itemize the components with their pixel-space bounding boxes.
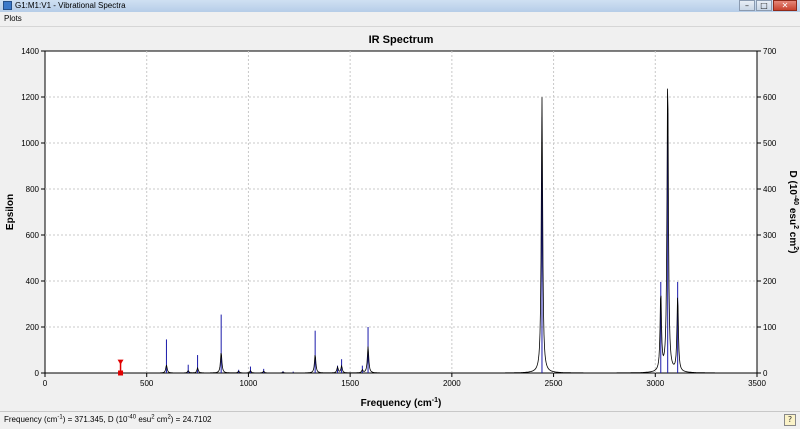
window-title: G1:M1:V1 - Vibrational Spectra [15, 1, 126, 10]
y-axis-ticks: 0 200 400 600 800 1000 1200 1400 [21, 47, 45, 378]
close-button[interactable]: ✕ [773, 0, 797, 11]
y2-axis-label: D (10-40 esu2 cm2) [787, 171, 799, 254]
x-axis-ticks: 0 500 1000 1500 2000 2500 3000 3500 [43, 373, 766, 388]
app-icon [3, 1, 12, 10]
x-tick-label: 2000 [443, 379, 461, 388]
cursor-base-icon[interactable] [118, 370, 124, 376]
x-tick-label: 1000 [240, 379, 258, 388]
status-d-exp: -40 [127, 414, 137, 421]
status-freq-label: Frequency (cm [4, 415, 58, 424]
status-d-tail: cm [154, 415, 168, 424]
x-tick-label: 2500 [545, 379, 563, 388]
y2-tick-label: 500 [763, 139, 777, 148]
x-axis-label: Frequency (cm-1) [361, 397, 442, 409]
plot-area[interactable] [44, 50, 758, 374]
y2-tick-label: 700 [763, 47, 777, 56]
status-bar: Frequency (cm-1) = 371.345, D (10-40 esu… [0, 411, 800, 429]
y2-axis-ticks: 0 100 200 300 400 500 600 700 [757, 47, 777, 378]
x-tick-label: 3000 [646, 379, 664, 388]
ir-spectrum-chart[interactable]: 0 500 1000 1500 2000 2500 3000 3500 02004006008… [0, 27, 800, 411]
y-axis-label: Epsilon [5, 194, 16, 230]
status-d-value: ) = 24.7102 [170, 415, 212, 424]
y2-tick-label: 300 [763, 231, 777, 240]
status-d-unit: esu [136, 415, 152, 424]
help-icon[interactable]: ? [784, 414, 796, 426]
menu-plots[interactable]: Plots [4, 13, 22, 25]
y-tick-label: 600 [26, 231, 40, 240]
status-readout: Frequency (cm-1) = 371.345, D (10-40 esu… [4, 414, 212, 425]
minimize-button[interactable]: – [739, 0, 755, 11]
x-tick-label: 0 [43, 379, 48, 388]
y2-tick-label: 600 [763, 93, 777, 102]
y-tick-label: 1400 [21, 47, 39, 56]
y-tick-label: 1000 [21, 139, 39, 148]
chart-title: IR Spectrum [369, 34, 434, 46]
y-tick-label: 400 [26, 277, 40, 286]
y2-tick-label: 400 [763, 185, 777, 194]
window-controls: – □ ✕ [738, 0, 797, 11]
y2-tick-label: 100 [763, 323, 777, 332]
x-tick-label: 500 [140, 379, 154, 388]
chart-panel: 0 500 1000 1500 2000 2500 3000 3500 0 200 400 600 8… [0, 27, 800, 411]
maximize-button[interactable]: □ [756, 0, 772, 11]
y-tick-label: 800 [26, 185, 40, 194]
y2-tick-label: 0 [763, 369, 768, 378]
x-tick-label: 3500 [748, 379, 766, 388]
y2-tick-label: 200 [763, 277, 777, 286]
y-tick-label: 200 [26, 323, 40, 332]
menu-bar: Plots [0, 12, 800, 27]
status-freq-value: ) = 371.345, D (10 [62, 415, 128, 424]
x-tick-label: 1500 [341, 379, 359, 388]
y-tick-label: 1200 [21, 93, 39, 102]
y-tick-label: 0 [35, 369, 40, 378]
